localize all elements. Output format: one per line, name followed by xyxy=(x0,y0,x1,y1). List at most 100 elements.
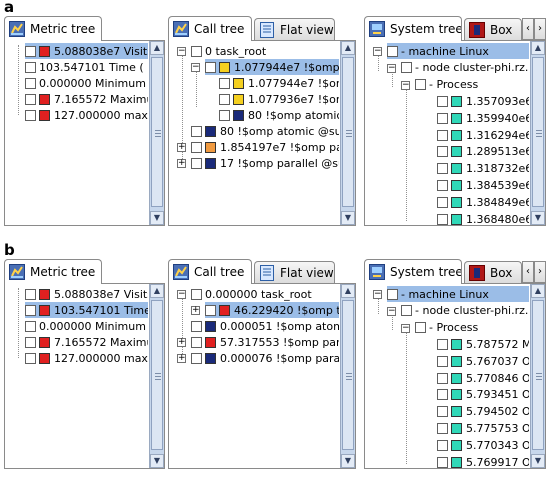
row-checkbox[interactable] xyxy=(191,45,202,57)
vertical-scrollbar[interactable]: ▲ ▼ xyxy=(530,284,545,468)
scroll-down-icon[interactable]: ▼ xyxy=(531,454,545,468)
row-checkbox[interactable] xyxy=(25,304,36,316)
tree-row[interactable]: 80 !$omp atomic @ xyxy=(219,107,339,123)
row-checkbox[interactable] xyxy=(437,129,448,141)
tree-row[interactable]: 5.770343 OMP xyxy=(437,437,529,453)
tree-row[interactable]: 1.077936e7 !$omp xyxy=(219,91,339,107)
tree-row[interactable]: 1.077944e7 !$omp xyxy=(219,75,339,91)
scroll-thumb[interactable] xyxy=(151,300,163,450)
tree-row[interactable]: 46.229420 !$omp task xyxy=(205,302,339,318)
scroll-up-icon[interactable]: ▲ xyxy=(341,41,355,55)
expand-toggle-icon[interactable]: − xyxy=(373,47,382,56)
expand-toggle-icon[interactable]: − xyxy=(401,323,410,333)
tree-row[interactable]: - Process xyxy=(415,320,478,336)
tree-row[interactable]: 1.384849e6 OM xyxy=(437,194,529,210)
tab-system-tree[interactable]: System tree xyxy=(364,16,462,41)
row-checkbox[interactable] xyxy=(437,146,448,158)
row-checkbox[interactable] xyxy=(25,93,36,105)
tree-row[interactable]: - node cluster-phi.rz.R xyxy=(401,60,529,76)
tab-scroll-right-button[interactable]: › xyxy=(534,261,546,283)
row-checkbox[interactable] xyxy=(437,163,448,175)
expand-toggle-icon[interactable]: − xyxy=(373,290,382,299)
scroll-thumb[interactable] xyxy=(342,300,354,450)
scroll-thumb[interactable] xyxy=(532,57,544,207)
row-checkbox[interactable] xyxy=(437,112,448,124)
row-checkbox[interactable] xyxy=(191,125,202,137)
tree-row[interactable]: 103.547101 Time ( xyxy=(25,302,148,318)
row-checkbox[interactable] xyxy=(25,336,36,348)
tree-row[interactable]: 0.000076 !$omp parallel @ xyxy=(191,350,339,366)
tab-box-plot[interactable]: Box xyxy=(464,18,522,40)
row-checkbox[interactable] xyxy=(25,352,36,364)
scroll-down-icon[interactable]: ▼ xyxy=(150,454,164,468)
tab-scroll-left-button[interactable]: ‹ xyxy=(522,261,534,283)
row-checkbox[interactable] xyxy=(437,439,448,451)
row-checkbox[interactable] xyxy=(437,456,448,468)
tree-row[interactable]: 80 !$omp atomic @sudoku xyxy=(191,123,339,139)
row-checkbox[interactable] xyxy=(25,45,36,57)
expand-toggle-icon[interactable]: − xyxy=(387,306,396,316)
tree-row[interactable]: 1.854197e7 !$omp paralle xyxy=(191,139,339,155)
row-checkbox[interactable] xyxy=(25,77,36,89)
vertical-scrollbar[interactable]: ▲ ▼ xyxy=(530,41,545,225)
row-checkbox[interactable] xyxy=(415,322,426,334)
row-checkbox[interactable] xyxy=(437,95,448,107)
tree-row[interactable]: - machine Linux xyxy=(387,286,529,302)
scroll-up-icon[interactable]: ▲ xyxy=(531,41,545,55)
tree-row[interactable]: 127.000000 max ac xyxy=(25,107,148,123)
row-checkbox[interactable] xyxy=(387,288,398,300)
tab-metric-tree[interactable]: Metric tree xyxy=(4,16,102,41)
scroll-down-icon[interactable]: ▼ xyxy=(341,454,355,468)
expand-toggle-icon[interactable]: − xyxy=(191,63,200,72)
expand-toggle-icon[interactable]: − xyxy=(177,290,186,299)
tree-row[interactable]: 127.000000 max ac xyxy=(25,350,148,366)
row-checkbox[interactable] xyxy=(191,157,202,169)
tree-row[interactable]: 5.088038e7 Visits ( xyxy=(25,43,148,59)
scroll-thumb[interactable] xyxy=(151,57,163,207)
row-checkbox[interactable] xyxy=(25,109,36,121)
tree-row[interactable]: 1.384539e6 OM xyxy=(437,177,529,193)
tree-row[interactable]: 7.165572 Maximum xyxy=(25,334,148,350)
row-checkbox[interactable] xyxy=(191,336,202,348)
scroll-down-icon[interactable]: ▼ xyxy=(150,211,164,225)
scroll-up-icon[interactable]: ▲ xyxy=(531,284,545,298)
tree-row[interactable]: - Process xyxy=(415,77,478,93)
tree-row[interactable]: 1.368480e6 OM xyxy=(437,211,529,225)
row-checkbox[interactable] xyxy=(437,213,448,225)
tab-scroll-left-button[interactable]: ‹ xyxy=(522,18,534,40)
row-checkbox[interactable] xyxy=(415,79,426,91)
tree-row[interactable]: 1.359940e6 OM xyxy=(437,110,529,126)
tab-call-tree[interactable]: Call tree xyxy=(168,259,252,284)
row-checkbox[interactable] xyxy=(191,320,202,332)
row-checkbox[interactable] xyxy=(437,196,448,208)
scroll-down-icon[interactable]: ▼ xyxy=(531,211,545,225)
tree-row[interactable]: - machine Linux xyxy=(387,43,529,59)
expand-toggle-icon[interactable]: + xyxy=(177,143,186,152)
scroll-thumb[interactable] xyxy=(342,57,354,207)
tree-row[interactable]: 1.316294e6 OM xyxy=(437,127,529,143)
expand-toggle-icon[interactable]: + xyxy=(177,354,186,363)
tree-row[interactable]: 0.000000 task_root xyxy=(191,286,312,302)
row-checkbox[interactable] xyxy=(401,62,412,74)
row-checkbox[interactable] xyxy=(437,338,448,350)
row-checkbox[interactable] xyxy=(25,61,36,73)
tree-row[interactable]: 1.289513e6 OM xyxy=(437,144,529,160)
tree-row[interactable]: 5.767037 OMP xyxy=(437,353,529,369)
tree-row[interactable]: 1.357093e6 Mas xyxy=(437,93,529,109)
row-checkbox[interactable] xyxy=(205,61,216,73)
tree-row[interactable]: 1.077944e7 !$omp tas xyxy=(205,59,339,75)
row-checkbox[interactable] xyxy=(219,77,230,89)
tree-row[interactable]: 5.775753 OMP xyxy=(437,420,529,436)
row-checkbox[interactable] xyxy=(25,288,36,300)
row-checkbox[interactable] xyxy=(437,372,448,384)
tree-row[interactable]: 103.547101 Time ( xyxy=(25,59,144,75)
tab-call-tree[interactable]: Call tree xyxy=(168,16,252,41)
vertical-scrollbar[interactable]: ▲ ▼ xyxy=(340,41,355,225)
tab-flat-view[interactable]: Flat view xyxy=(254,18,335,40)
tree-row[interactable]: 0.000000 Minimum xyxy=(25,75,146,91)
row-checkbox[interactable] xyxy=(437,355,448,367)
row-checkbox[interactable] xyxy=(191,288,202,300)
scroll-thumb[interactable] xyxy=(532,300,544,450)
row-checkbox[interactable] xyxy=(437,179,448,191)
row-checkbox[interactable] xyxy=(437,406,448,418)
